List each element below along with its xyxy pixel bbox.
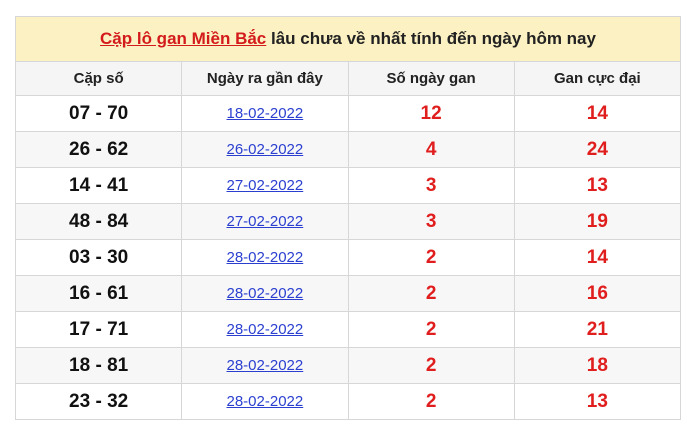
gan-days-cell-container: 4 [347, 131, 515, 168]
table-body: Cặp lô gan Miền Bắc lâu chưa về nhất tín… [14, 16, 682, 420]
lo-gan-table: Cặp lô gan Miền Bắc lâu chưa về nhất tín… [14, 16, 682, 420]
gan-days-cell-container: 2 [347, 275, 515, 312]
table-row: 03 - 30 28-02-2022 2 14 [14, 239, 682, 276]
date-link[interactable]: 28-02-2022 [227, 321, 304, 338]
date-link-container: 27-02-2022 [181, 203, 349, 240]
date-link-container: 28-02-2022 [181, 383, 349, 420]
pair-cell: 48 - 84 [69, 210, 129, 232]
gan-days-cell: 2 [425, 318, 437, 340]
date-link[interactable]: 27-02-2022 [227, 213, 304, 230]
pair-cell-container: 17 - 71 [14, 311, 183, 348]
table-row: 17 - 71 28-02-2022 2 21 [14, 311, 682, 348]
pair-cell-container: 26 - 62 [14, 131, 183, 168]
pair-cell: 16 - 61 [69, 282, 129, 304]
pair-cell: 18 - 81 [69, 354, 129, 376]
pair-cell-container: 07 - 70 [14, 95, 183, 132]
pair-cell-container: 18 - 81 [14, 347, 183, 384]
date-link[interactable]: 27-02-2022 [227, 177, 304, 194]
max-gan-cell: 13 [586, 174, 608, 196]
table-title: Cặp lô gan Miền Bắc lâu chưa về nhất tín… [15, 16, 681, 62]
table-row: 16 - 61 28-02-2022 2 16 [14, 275, 682, 312]
table-row: 14 - 41 27-02-2022 3 13 [14, 167, 682, 204]
gan-days-cell: 2 [425, 354, 437, 376]
table-header-row: Cặp số Ngày ra gần đây Số ngày gan Gan c… [14, 61, 682, 96]
pair-cell-container: 48 - 84 [14, 203, 183, 240]
title-link[interactable]: Cặp lô gan Miền Bắc [100, 29, 266, 48]
gan-days-cell: 2 [425, 246, 437, 268]
date-link[interactable]: 18-02-2022 [227, 105, 304, 122]
gan-days-cell: 12 [420, 102, 442, 124]
gan-days-cell: 3 [425, 210, 437, 232]
gan-days-cell: 4 [425, 138, 437, 160]
date-link-container: 18-02-2022 [181, 95, 349, 132]
table-row: 48 - 84 27-02-2022 3 19 [14, 203, 682, 240]
max-gan-cell-container: 14 [513, 95, 682, 132]
header-pair: Cặp số [14, 61, 183, 96]
max-gan-cell-container: 24 [513, 131, 682, 168]
date-link[interactable]: 28-02-2022 [227, 393, 304, 410]
max-gan-cell: 13 [586, 390, 608, 412]
max-gan-cell: 16 [586, 282, 608, 304]
date-link-container: 28-02-2022 [181, 311, 349, 348]
gan-days-cell: 2 [425, 390, 437, 412]
date-link-container: 28-02-2022 [181, 239, 349, 276]
date-link-container: 28-02-2022 [181, 347, 349, 384]
pair-cell: 14 - 41 [69, 174, 129, 196]
gan-days-cell-container: 2 [347, 383, 515, 420]
pair-cell-container: 03 - 30 [14, 239, 183, 276]
date-link-container: 27-02-2022 [181, 167, 349, 204]
max-gan-cell-container: 14 [513, 239, 682, 276]
date-link[interactable]: 28-02-2022 [227, 249, 304, 266]
max-gan-cell-container: 19 [513, 203, 682, 240]
header-gan-days: Số ngày gan [347, 61, 515, 96]
gan-days-cell-container: 2 [347, 347, 515, 384]
date-link-container: 28-02-2022 [181, 275, 349, 312]
date-link[interactable]: 28-02-2022 [227, 357, 304, 374]
max-gan-cell-container: 13 [513, 167, 682, 204]
max-gan-cell: 14 [586, 246, 608, 268]
table-title-row: Cặp lô gan Miền Bắc lâu chưa về nhất tín… [15, 16, 681, 62]
title-rest: lâu chưa về nhất tính đến ngày hôm nay [266, 29, 596, 48]
max-gan-cell: 24 [586, 138, 608, 160]
max-gan-cell: 18 [586, 354, 608, 376]
max-gan-cell-container: 13 [513, 383, 682, 420]
max-gan-cell-container: 16 [513, 275, 682, 312]
max-gan-cell: 14 [586, 102, 608, 124]
date-link[interactable]: 28-02-2022 [227, 285, 304, 302]
lo-gan-table-container: Cặp lô gan Miền Bắc lâu chưa về nhất tín… [14, 16, 682, 420]
max-gan-cell-container: 18 [513, 347, 682, 384]
gan-days-cell-container: 2 [347, 239, 515, 276]
table-row: 26 - 62 26-02-2022 4 24 [14, 131, 682, 168]
table-row: 23 - 32 28-02-2022 2 13 [14, 383, 682, 420]
header-recent-date: Ngày ra gần đây [181, 61, 349, 96]
pair-cell: 17 - 71 [69, 318, 129, 340]
pair-cell-container: 14 - 41 [14, 167, 183, 204]
gan-days-cell: 3 [425, 174, 437, 196]
date-link[interactable]: 26-02-2022 [227, 141, 304, 158]
pair-cell: 23 - 32 [69, 390, 129, 412]
header-max-gan: Gan cực đại [513, 61, 682, 96]
pair-cell: 26 - 62 [69, 138, 129, 160]
table-row: 07 - 70 18-02-2022 12 14 [14, 95, 682, 132]
max-gan-cell: 19 [586, 210, 608, 232]
gan-days-cell-container: 3 [347, 167, 515, 204]
pair-cell-container: 16 - 61 [14, 275, 183, 312]
gan-days-cell: 2 [425, 282, 437, 304]
table-row: 18 - 81 28-02-2022 2 18 [14, 347, 682, 384]
max-gan-cell-container: 21 [513, 311, 682, 348]
max-gan-cell: 21 [586, 318, 608, 340]
gan-days-cell-container: 3 [347, 203, 515, 240]
gan-days-cell-container: 2 [347, 311, 515, 348]
pair-cell: 03 - 30 [69, 246, 129, 268]
gan-days-cell-container: 12 [347, 95, 515, 132]
pair-cell: 07 - 70 [69, 102, 129, 124]
date-link-container: 26-02-2022 [181, 131, 349, 168]
pair-cell-container: 23 - 32 [14, 383, 183, 420]
